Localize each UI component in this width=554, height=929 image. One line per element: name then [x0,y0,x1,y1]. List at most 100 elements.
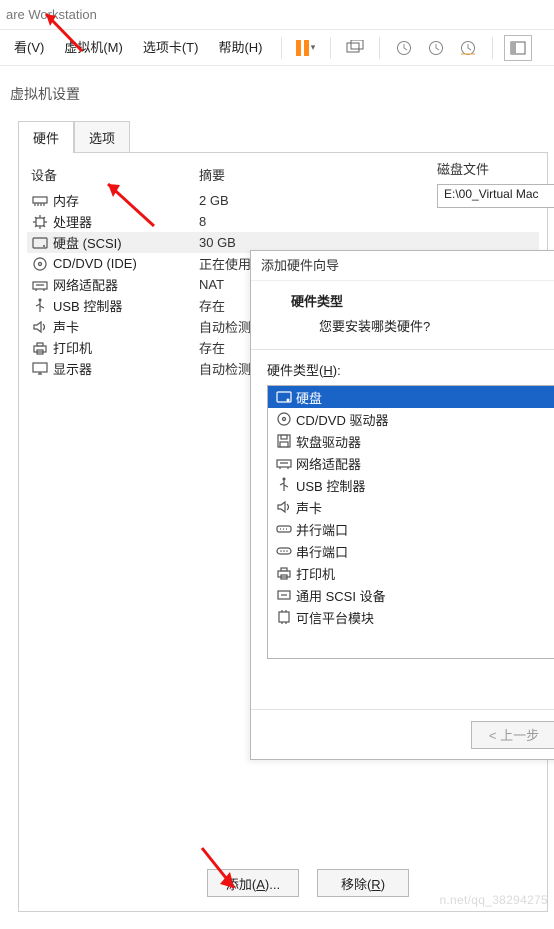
net-icon [274,456,294,470]
disk-icon [31,235,49,251]
disk-icon [274,390,294,404]
hardware-type-item[interactable]: 声卡 [268,496,554,518]
wizard-subheading: 您要安装哪类硬件? [291,316,554,335]
hardware-type-label: 通用 SCSI 设备 [296,586,386,605]
hardware-type-item[interactable]: 可信平台模块 [268,606,554,628]
hardware-type-label: 软盘驱动器 [296,432,361,451]
hardware-type-item[interactable]: CD/DVD 驱动器 [268,408,554,430]
settings-title: 虚拟机设置 [10,84,548,104]
wizard-title: 添加硬件向导 [251,251,554,281]
memory-icon [31,193,49,209]
net-icon [31,277,49,293]
tpm-icon [274,610,294,624]
hardware-type-item[interactable]: 通用 SCSI 设备 [268,584,554,606]
disk-file-field[interactable]: E:\00_Virtual Mac [437,184,554,208]
device-summary: 8 [199,214,539,229]
clock-button-2[interactable] [423,35,449,61]
separator [281,37,282,59]
device-name: 网络适配器 [53,275,199,294]
watermark: n.net/qq_38294275 [439,893,548,907]
hardware-type-item[interactable]: 并行端口 [268,518,554,540]
window-title: are Workstation [0,0,554,30]
back-button[interactable]: < 上一步 [471,721,554,749]
wizard-list-label: 硬件类型(H): [267,360,554,379]
device-name: 处理器 [53,212,199,231]
add-button[interactable]: 添加(A)... [207,869,299,897]
menu-help[interactable]: 帮助(H) [208,30,272,66]
tabstrip: 硬件 选项 [18,120,548,152]
hardware-type-label: 硬盘 [296,388,322,407]
caret-icon: ▾ [311,42,316,53]
button-row: 添加(A)... 移除(R) [207,869,409,897]
hardware-type-label: 可信平台模块 [296,608,374,627]
disk-file-group: 磁盘文件 E:\00_Virtual Mac [437,159,554,208]
hardware-type-label: 打印机 [296,564,335,583]
printer-icon [31,340,49,356]
clock-button-1[interactable] [391,35,417,61]
menu-vm[interactable]: 虚拟机(M) [54,30,133,66]
device-name: USB 控制器 [53,296,199,315]
separator [330,37,331,59]
device-name: 显示器 [53,359,199,378]
snapshot-icon [346,40,364,56]
hardware-type-label: 并行端口 [296,520,348,539]
separator [492,37,493,59]
add-button-label: 添加(A)... [226,874,280,893]
pause-button[interactable]: ▾ [293,35,319,61]
device-name: 硬盘 (SCSI) [53,233,199,252]
cd-icon [274,411,294,427]
fullscreen-button[interactable] [504,35,532,61]
hardware-type-item[interactable]: 网络适配器 [268,452,554,474]
hardware-type-label: CD/DVD 驱动器 [296,410,388,429]
tab-options[interactable]: 选项 [74,121,130,153]
printer-icon [274,566,294,580]
snapshot-button[interactable] [342,35,368,61]
remove-button-label: 移除(R) [341,874,385,893]
clock-icon [396,40,412,56]
hardware-type-item[interactable]: 串行端口 [268,540,554,562]
separator [379,37,380,59]
fullscreen-icon [510,41,526,55]
usb-icon [31,298,49,314]
cpu-icon [31,214,49,230]
tab-hardware[interactable]: 硬件 [18,121,74,153]
device-name: CD/DVD (IDE) [53,256,199,271]
sound-icon [274,500,294,514]
header-device: 设备 [31,165,199,184]
wizard-body: 硬件类型(H): 硬盘 CD/DVD 驱动器软盘驱动器网络适配器 USB 控制器声卡… [251,349,554,667]
cd-icon [31,256,49,272]
display-icon [31,361,49,377]
hardware-type-label: 声卡 [296,498,322,517]
remove-button[interactable]: 移除(R) [317,869,409,897]
hardware-type-item[interactable]: 硬盘 [268,386,554,408]
menubar: 看(V) 虚拟机(M) 选项卡(T) 帮助(H) ▾ [0,30,554,66]
wizard-header: 硬件类型 您要安装哪类硬件? [251,281,554,349]
device-name: 内存 [53,191,199,210]
serial-icon [274,545,294,557]
hardware-type-item[interactable]: 软盘驱动器 [268,430,554,452]
hardware-type-label: 串行端口 [296,542,348,561]
hardware-type-item[interactable]: 打印机 [268,562,554,584]
parallel-icon [274,523,294,535]
clock-button-3[interactable] [455,35,481,61]
device-name: 打印机 [53,338,199,357]
hardware-type-list[interactable]: 硬盘 CD/DVD 驱动器软盘驱动器网络适配器 USB 控制器声卡并行端口串行端口打… [267,385,554,659]
usb-icon [274,477,294,493]
wizard-heading: 硬件类型 [291,291,554,310]
scsi-icon [274,588,294,602]
clock-revert-icon [459,40,477,56]
add-hardware-wizard: 添加硬件向导 硬件类型 您要安装哪类硬件? 硬件类型(H): 硬盘 CD/DVD … [250,250,554,760]
menu-view[interactable]: 看(V) [4,30,54,66]
menu-tabs[interactable]: 选项卡(T) [133,30,209,66]
hardware-type-item[interactable]: USB 控制器 [268,474,554,496]
disk-file-label: 磁盘文件 [437,159,554,178]
pause-icon [296,40,309,56]
device-row[interactable]: 处理器8 [27,211,539,232]
clock-icon [428,40,444,56]
hardware-type-label: 网络适配器 [296,454,361,473]
device-summary: 30 GB [199,235,539,250]
hardware-type-label: USB 控制器 [296,476,365,495]
device-name: 声卡 [53,317,199,336]
wizard-footer: < 上一步 [251,709,554,759]
floppy-icon [274,433,294,449]
